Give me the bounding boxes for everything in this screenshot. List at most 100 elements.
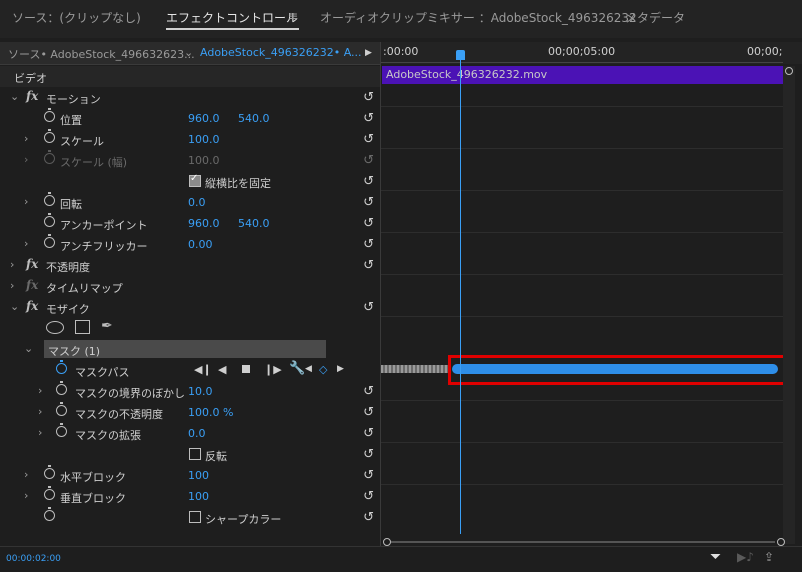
chevron-right-icon[interactable]: › (24, 489, 28, 502)
fx-icon[interactable]: fx (26, 89, 38, 103)
mask-expansion-value[interactable]: 0.0 (188, 427, 206, 440)
stopwatch-icon[interactable] (56, 423, 67, 437)
property-rotation[interactable]: › 回転 0.0 ↺ (0, 192, 380, 213)
mask-feather-value[interactable]: 10.0 (188, 385, 213, 398)
reset-icon[interactable]: ↺ (363, 174, 374, 189)
effect-opacity[interactable]: › fx 不透明度 ↺ (0, 255, 380, 276)
effect-motion[interactable]: ⌄ fx モーション ↺ (0, 87, 380, 108)
position-y-value[interactable]: 540.0 (238, 112, 270, 125)
tab-effect-controls[interactable]: エフェクトコントロール (166, 9, 298, 26)
reset-icon[interactable]: ↺ (363, 111, 374, 126)
chevron-down-icon[interactable]: ⌄ (24, 342, 33, 355)
reset-icon[interactable]: ↺ (363, 447, 374, 462)
next-keyframe-icon[interactable]: ▶ (337, 364, 344, 374)
property-anchor-point[interactable]: アンカーポイント 960.0 540.0 ↺ (0, 213, 380, 234)
stopwatch-icon[interactable] (44, 108, 55, 122)
reset-icon[interactable]: ↺ (363, 132, 374, 147)
stopwatch-icon[interactable] (44, 234, 55, 248)
chevron-down-icon[interactable]: ⌄ (10, 90, 19, 103)
fx-icon[interactable]: fx (26, 257, 38, 271)
tab-audio-clip-mixer[interactable]: オーディオクリップミキサー ：AdobeStock_496326232 (320, 9, 637, 26)
rectangle-mask-icon[interactable] (75, 320, 90, 334)
show-timeline-icon[interactable]: ▶ (365, 48, 372, 58)
scale-value[interactable]: 100.0 (188, 133, 220, 146)
vertical-scrollbar[interactable] (783, 66, 795, 544)
chevron-right-icon[interactable]: › (38, 426, 42, 439)
sequence-clip-label[interactable]: AdobeStock_496326232• A... (200, 46, 362, 59)
track-backward-icon[interactable]: ◀❙ (194, 363, 212, 376)
mask-opacity-value[interactable]: 100.0 % (188, 406, 233, 419)
property-mask-path[interactable]: マスクパス ◀❙ ◀ ❙▶ 🔧 ◀ ◇ ▶ (0, 360, 380, 381)
property-uniform-scale[interactable]: 縦横比を固定 ↺ (0, 171, 380, 192)
chevron-right-icon[interactable]: › (38, 384, 42, 397)
reset-icon[interactable]: ↺ (363, 489, 374, 504)
reset-icon[interactable]: ↺ (363, 405, 374, 420)
property-vertical-blocks[interactable]: › 垂直ブロック 100 ↺ (0, 486, 380, 507)
add-keyframe-icon[interactable]: ◇ (319, 363, 327, 376)
property-sharp-colors[interactable]: シャープカラー ↺ (0, 507, 380, 528)
mask-item[interactable]: ⌄ マスク (1) (0, 339, 380, 360)
timeline-ruler[interactable]: :00:00 00;00;05:00 00;00; (381, 42, 802, 64)
property-mask-inverted[interactable]: 反転 ↺ (0, 444, 380, 465)
chevron-down-icon[interactable]: ⌄ (10, 300, 19, 313)
anchor-x-value[interactable]: 960.0 (188, 217, 220, 230)
stopwatch-icon[interactable] (44, 129, 55, 143)
clip-bar[interactable]: AdobeStock_496326232.mov (382, 66, 783, 84)
source-clip-label[interactable]: ソース• AdobeStock_496632623... (8, 46, 195, 62)
chevron-right-icon[interactable]: › (24, 195, 28, 208)
uniform-scale-checkbox[interactable] (189, 173, 201, 187)
effect-time-remap[interactable]: › fx タイムリマップ (0, 276, 380, 297)
tab-metadata[interactable]: メタデータ (625, 9, 685, 26)
chevron-right-icon[interactable]: › (24, 132, 28, 145)
reset-icon[interactable]: ↺ (363, 237, 374, 252)
h-blocks-value[interactable]: 100 (188, 469, 209, 482)
anchor-y-value[interactable]: 540.0 (238, 217, 270, 230)
property-horizontal-blocks[interactable]: › 水平ブロック 100 ↺ (0, 465, 380, 486)
reset-icon[interactable]: ↺ (363, 510, 374, 525)
export-icon[interactable]: ⇪ (764, 550, 774, 564)
stopwatch-icon[interactable] (56, 402, 67, 416)
property-scale[interactable]: › スケール 100.0 ↺ (0, 129, 380, 150)
stop-icon[interactable] (242, 365, 250, 373)
stopwatch-icon[interactable] (56, 381, 67, 395)
timecode[interactable]: 00:00:02:00 (6, 554, 61, 564)
wrench-icon[interactable]: 🔧 (289, 361, 305, 376)
stopwatch-icon[interactable] (44, 213, 55, 227)
track-back-one-icon[interactable]: ◀ (218, 363, 226, 376)
chevron-right-icon[interactable]: › (24, 237, 28, 250)
property-position[interactable]: 位置 960.0 540.0 ↺ (0, 108, 380, 129)
fx-icon[interactable]: fx (26, 299, 38, 313)
v-blocks-value[interactable]: 100 (188, 490, 209, 503)
position-x-value[interactable]: 960.0 (188, 112, 220, 125)
chevron-down-icon[interactable]: ⌄ (184, 46, 193, 59)
inverted-checkbox[interactable] (189, 448, 201, 460)
property-mask-opacity[interactable]: › マスクの不透明度 100.0 % ↺ (0, 402, 380, 423)
stopwatch-icon[interactable] (44, 507, 55, 521)
chevron-right-icon[interactable]: › (10, 279, 14, 292)
property-mask-feather[interactable]: › マスクの境界のぼかし 10.0 ↺ (0, 381, 380, 402)
stopwatch-icon[interactable] (44, 192, 55, 206)
reset-icon[interactable]: ↺ (363, 195, 374, 210)
stopwatch-icon[interactable] (44, 486, 55, 500)
property-mask-expansion[interactable]: › マスクの拡張 0.0 ↺ (0, 423, 380, 444)
pen-mask-icon[interactable]: ✒ (101, 318, 113, 334)
effect-mosaic[interactable]: ⌄ fx モザイク ↺ (0, 297, 380, 318)
chevron-right-icon[interactable]: › (38, 405, 42, 418)
panel-menu-icon[interactable]: ≡ (288, 9, 298, 23)
ellipse-mask-icon[interactable] (46, 321, 64, 334)
prev-keyframe-icon[interactable]: ◀ (305, 364, 312, 374)
reset-icon[interactable]: ↺ (363, 300, 374, 315)
property-anti-flicker[interactable]: › アンチフリッカー 0.00 ↺ (0, 234, 380, 255)
reset-icon[interactable]: ↺ (363, 90, 374, 105)
chevron-right-icon[interactable]: › (10, 258, 14, 271)
reset-icon[interactable]: ↺ (363, 384, 374, 399)
antiflicker-value[interactable]: 0.00 (188, 238, 213, 251)
track-forward-one-icon[interactable]: ❙▶ (264, 363, 282, 376)
sharp-colors-checkbox[interactable] (189, 511, 201, 523)
chevron-right-icon[interactable]: › (24, 468, 28, 481)
reset-icon[interactable]: ↺ (363, 468, 374, 483)
tab-source[interactable]: ソース：(クリップなし) (12, 9, 141, 26)
reset-icon[interactable]: ↺ (363, 216, 374, 231)
stopwatch-icon[interactable] (44, 465, 55, 479)
filter-icon[interactable]: ⏷ (710, 549, 721, 565)
